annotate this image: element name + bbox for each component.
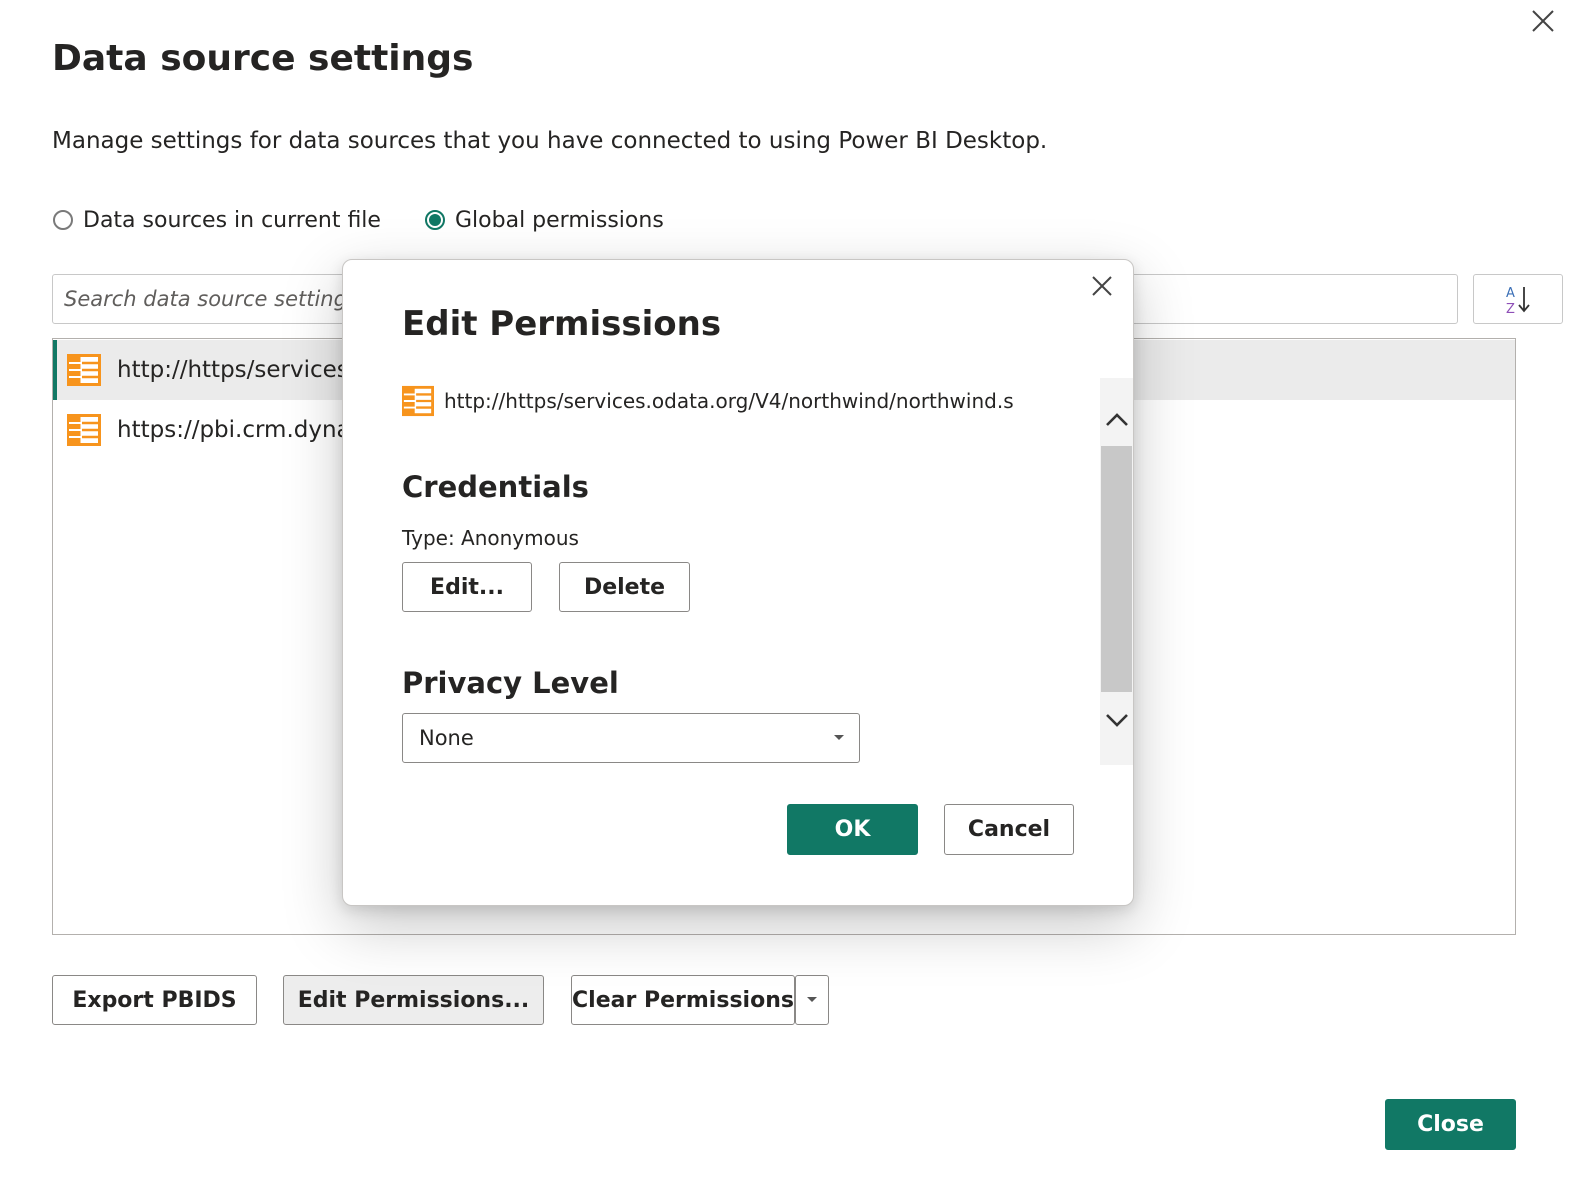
data-source-label: https://pbi.crm.dyna [117, 417, 351, 443]
table-icon [402, 385, 434, 417]
clear-permissions-button[interactable]: Clear Permissions [571, 975, 795, 1025]
table-icon [67, 354, 101, 386]
svg-text:A: A [1506, 286, 1515, 301]
radio-current-file-label: Data sources in current file [83, 207, 381, 233]
edit-credentials-button[interactable]: Edit... [402, 562, 532, 612]
modal-scrollbar[interactable] [1100, 378, 1133, 765]
scrollbar-thumb[interactable] [1101, 446, 1132, 692]
table-icon [67, 414, 101, 446]
caret-down-icon [834, 735, 844, 740]
source-url-row: http://https/services.odata.org/V4/north… [402, 383, 1042, 419]
ok-button[interactable]: OK [787, 804, 918, 855]
radio-checked-icon [425, 210, 445, 230]
edit-permissions-button[interactable]: Edit Permissions... [283, 975, 544, 1025]
cancel-button[interactable]: Cancel [944, 804, 1074, 855]
privacy-level-heading: Privacy Level [402, 666, 619, 700]
sort-button[interactable]: A Z [1473, 274, 1563, 324]
edit-permissions-dialog: Edit Permissions http://https/services.o… [342, 259, 1134, 906]
credentials-heading: Credentials [402, 470, 589, 504]
data-source-label: http://https/services [117, 357, 349, 383]
dialog-close-icon[interactable] [1529, 7, 1557, 35]
modal-title: Edit Permissions [402, 304, 722, 344]
caret-down-icon [807, 997, 817, 1002]
clear-permissions-dropdown[interactable] [795, 975, 829, 1025]
delete-credentials-button[interactable]: Delete [559, 562, 690, 612]
sort-az-icon: A Z [1506, 286, 1530, 316]
dialog-description: Manage settings for data sources that yo… [52, 128, 1048, 154]
dialog-title: Data source settings [52, 38, 474, 79]
source-url: http://https/services.odata.org/V4/north… [444, 389, 1014, 413]
export-pbids-button[interactable]: Export PBIDS [52, 975, 257, 1025]
radio-global-permissions-label: Global permissions [455, 207, 664, 233]
modal-close-icon[interactable] [1088, 272, 1116, 300]
svg-text:Z: Z [1506, 302, 1515, 316]
scroll-up-icon[interactable] [1100, 404, 1133, 434]
radio-unchecked-icon [53, 210, 73, 230]
credentials-type: Type: Anonymous [402, 526, 579, 550]
close-button[interactable]: Close [1385, 1099, 1516, 1150]
radio-current-file[interactable]: Data sources in current file [53, 205, 381, 235]
privacy-level-value: None [419, 726, 474, 750]
privacy-level-select[interactable]: None [402, 713, 860, 763]
radio-global-permissions[interactable]: Global permissions [425, 205, 664, 235]
scroll-down-icon[interactable] [1100, 706, 1133, 736]
